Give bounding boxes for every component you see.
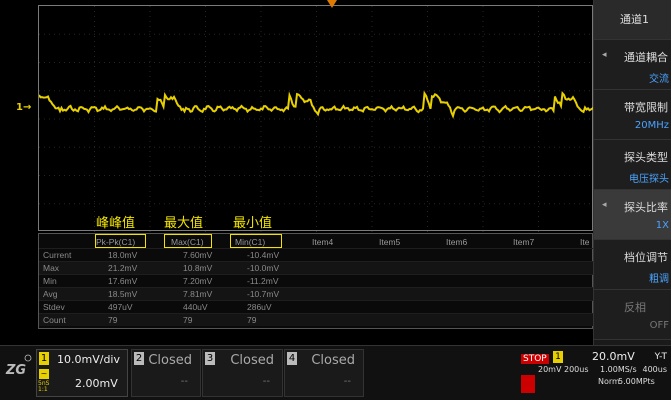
channel-menu: 通道1 ◂ 通道耦合 交流 带宽限制 20MHz 探头类型 电压探头 ◂ 探头比…	[593, 0, 671, 345]
channel-number: 1	[39, 352, 49, 365]
trigger-position-icon[interactable]	[327, 0, 337, 8]
menu-item-label: 探头比率	[624, 201, 668, 214]
channel-detail: --	[180, 376, 188, 387]
highlight-box-max	[164, 234, 212, 248]
sample-rate: 1.00MS/s	[600, 365, 637, 374]
channel-state: Closed	[148, 353, 192, 368]
meas-value: 79	[108, 315, 118, 325]
trigger-source[interactable]: 1	[553, 351, 563, 363]
annotation-max: 最大值	[164, 216, 204, 231]
channel-detail: --	[262, 376, 270, 387]
trigger-level[interactable]: 20.0mV	[592, 350, 635, 363]
meas-row: Stdev 497uV 440uV 286uV	[39, 300, 594, 313]
channel-state: Closed	[311, 353, 355, 368]
waveform-display[interactable]	[38, 5, 594, 232]
horizontal-position[interactable]: 200us	[564, 365, 589, 374]
menu-item-value: OFF	[649, 320, 669, 331]
channel-state: Closed	[230, 353, 274, 368]
channel2-panel[interactable]: 2 Closed --	[131, 349, 201, 397]
stop-indicator-icon	[521, 375, 535, 393]
channel-detail: --	[343, 376, 351, 387]
meas-row: Current 18.0mV 7.60mV -10.4mV	[39, 248, 594, 261]
channel-number: 3	[205, 352, 215, 365]
brand-logo-icon: ZG	[5, 354, 32, 378]
menu-item-bandwidth[interactable]: 带宽限制 20MHz	[594, 90, 671, 140]
menu-item-label: 档位调节	[624, 251, 668, 264]
menu-item-label: 探头类型	[624, 151, 668, 164]
menu-item-value: 1X	[655, 220, 669, 231]
trigger-scale: 20mV	[538, 365, 562, 374]
channel-number: 4	[287, 352, 297, 365]
menu-item-label: 通道耦合	[624, 51, 668, 64]
timebase-value[interactable]: 400us	[642, 365, 667, 374]
meas-value: 79	[247, 315, 257, 325]
left-arrow-icon: ◂	[602, 200, 607, 210]
menu-title: 通道1	[594, 0, 671, 40]
meas-col-item4[interactable]: Item4	[312, 236, 333, 248]
meas-row: Avg 18.5mV 7.81mV -10.7mV	[39, 287, 594, 300]
meas-col-item6[interactable]: Item6	[446, 236, 467, 248]
highlight-box-pkpk	[95, 234, 146, 248]
trigger-mode[interactable]: Norm	[598, 377, 620, 386]
menu-item-value: 20MHz	[634, 120, 669, 131]
channel-number: 2	[134, 352, 144, 365]
run-stop-status[interactable]: STOP	[521, 354, 549, 364]
waveform-canvas	[39, 6, 594, 232]
highlight-box-min	[230, 234, 282, 248]
meas-value: 79	[183, 315, 193, 325]
channel1-offset[interactable]: 2.00mV	[75, 377, 118, 390]
annotation-min: 最小值	[233, 216, 273, 231]
left-arrow-icon: ◂	[602, 50, 607, 60]
menu-item-coupling[interactable]: ◂ 通道耦合 交流	[594, 40, 671, 90]
channel-marker-label: 1	[16, 102, 23, 113]
menu-item-value: 粗调	[649, 274, 669, 285]
menu-item-probe-ratio[interactable]: ◂ 探头比率 1X	[594, 190, 671, 240]
meas-row: Min 17.6mV 7.20mV -11.2mV	[39, 274, 594, 287]
trigger-timebase-panel[interactable]: STOP 1 20.0mV Y-T 20mV 200us 1.00MS/s 40…	[518, 349, 671, 397]
channel1-bw-label: 5nS 1:1	[38, 380, 50, 393]
ac-coupling-icon: ~	[39, 369, 49, 379]
channel1-offset-marker[interactable]: 1→	[16, 102, 31, 113]
menu-item-label: 带宽限制	[624, 101, 668, 114]
menu-item-volts-scale[interactable]: 档位调节 粗调	[594, 240, 671, 290]
annotation-pkpk: 峰峰值	[96, 216, 136, 231]
channel1-panel[interactable]: 1 10.0mV/div ~ 5nS 1:1 2.00mV	[36, 349, 128, 397]
display-mode[interactable]: Y-T	[655, 352, 667, 362]
memory-depth: 5.00MPts	[618, 377, 655, 386]
channel4-panel[interactable]: 4 Closed --	[284, 349, 364, 397]
meas-row: Count 79 79 79	[39, 313, 594, 326]
meas-row-label: Count	[43, 315, 66, 325]
menu-item-invert[interactable]: 反相 OFF	[594, 290, 671, 340]
menu-item-value: 交流	[649, 74, 669, 85]
channel1-scale[interactable]: 10.0mV/div	[57, 353, 120, 366]
svg-text:ZG: ZG	[5, 363, 26, 378]
channel3-panel[interactable]: 3 Closed --	[202, 349, 283, 397]
menu-item-label: 反相	[624, 301, 646, 314]
menu-item-probe-type[interactable]: 探头类型 电压探头	[594, 140, 671, 190]
meas-col-item8[interactable]: Ite	[580, 236, 589, 248]
menu-item-value: 电压探头	[629, 174, 669, 185]
meas-col-item5[interactable]: Item5	[379, 236, 400, 248]
meas-row: Max 21.2mV 10.8mV -10.0mV	[39, 261, 594, 274]
meas-col-item7[interactable]: Item7	[513, 236, 534, 248]
